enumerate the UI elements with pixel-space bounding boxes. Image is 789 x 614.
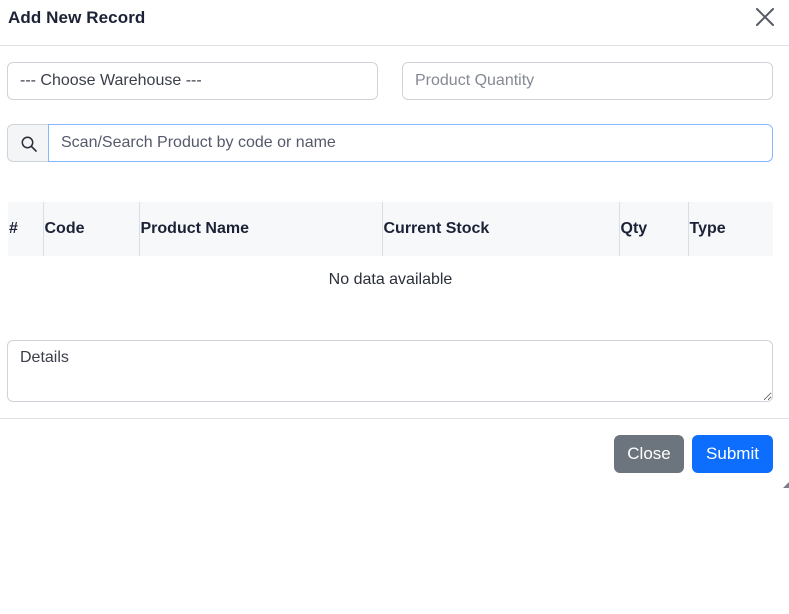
table-header-row: # Code Product Name Current Stock Qty Ty…: [8, 202, 773, 256]
close-button[interactable]: Close: [614, 435, 684, 473]
product-search-group: [7, 124, 773, 162]
product-search-input[interactable]: [48, 124, 773, 162]
column-header-number[interactable]: #: [8, 202, 44, 256]
details-textarea[interactable]: [7, 340, 773, 402]
empty-table-message: No data available: [328, 270, 453, 288]
products-table: # Code Product Name Current Stock Qty Ty…: [8, 202, 773, 299]
product-quantity-input[interactable]: [402, 62, 773, 100]
column-header-code[interactable]: Code: [43, 202, 140, 256]
modal-title: Add New Record: [8, 8, 146, 27]
warehouse-select[interactable]: --- Choose Warehouse ---: [7, 62, 378, 100]
column-header-product-name[interactable]: Product Name: [139, 202, 383, 256]
submit-button[interactable]: Submit: [692, 435, 773, 473]
close-icon[interactable]: [754, 6, 776, 28]
table-row: No data available: [8, 256, 773, 299]
modal-header: Add New Record: [0, 0, 789, 46]
search-icon: [7, 124, 49, 162]
column-header-qty[interactable]: Qty: [619, 202, 689, 256]
footer-divider: [0, 418, 789, 419]
column-header-type[interactable]: Type: [688, 202, 773, 256]
resize-handle[interactable]: [783, 482, 789, 488]
column-header-current-stock[interactable]: Current Stock: [382, 202, 620, 256]
